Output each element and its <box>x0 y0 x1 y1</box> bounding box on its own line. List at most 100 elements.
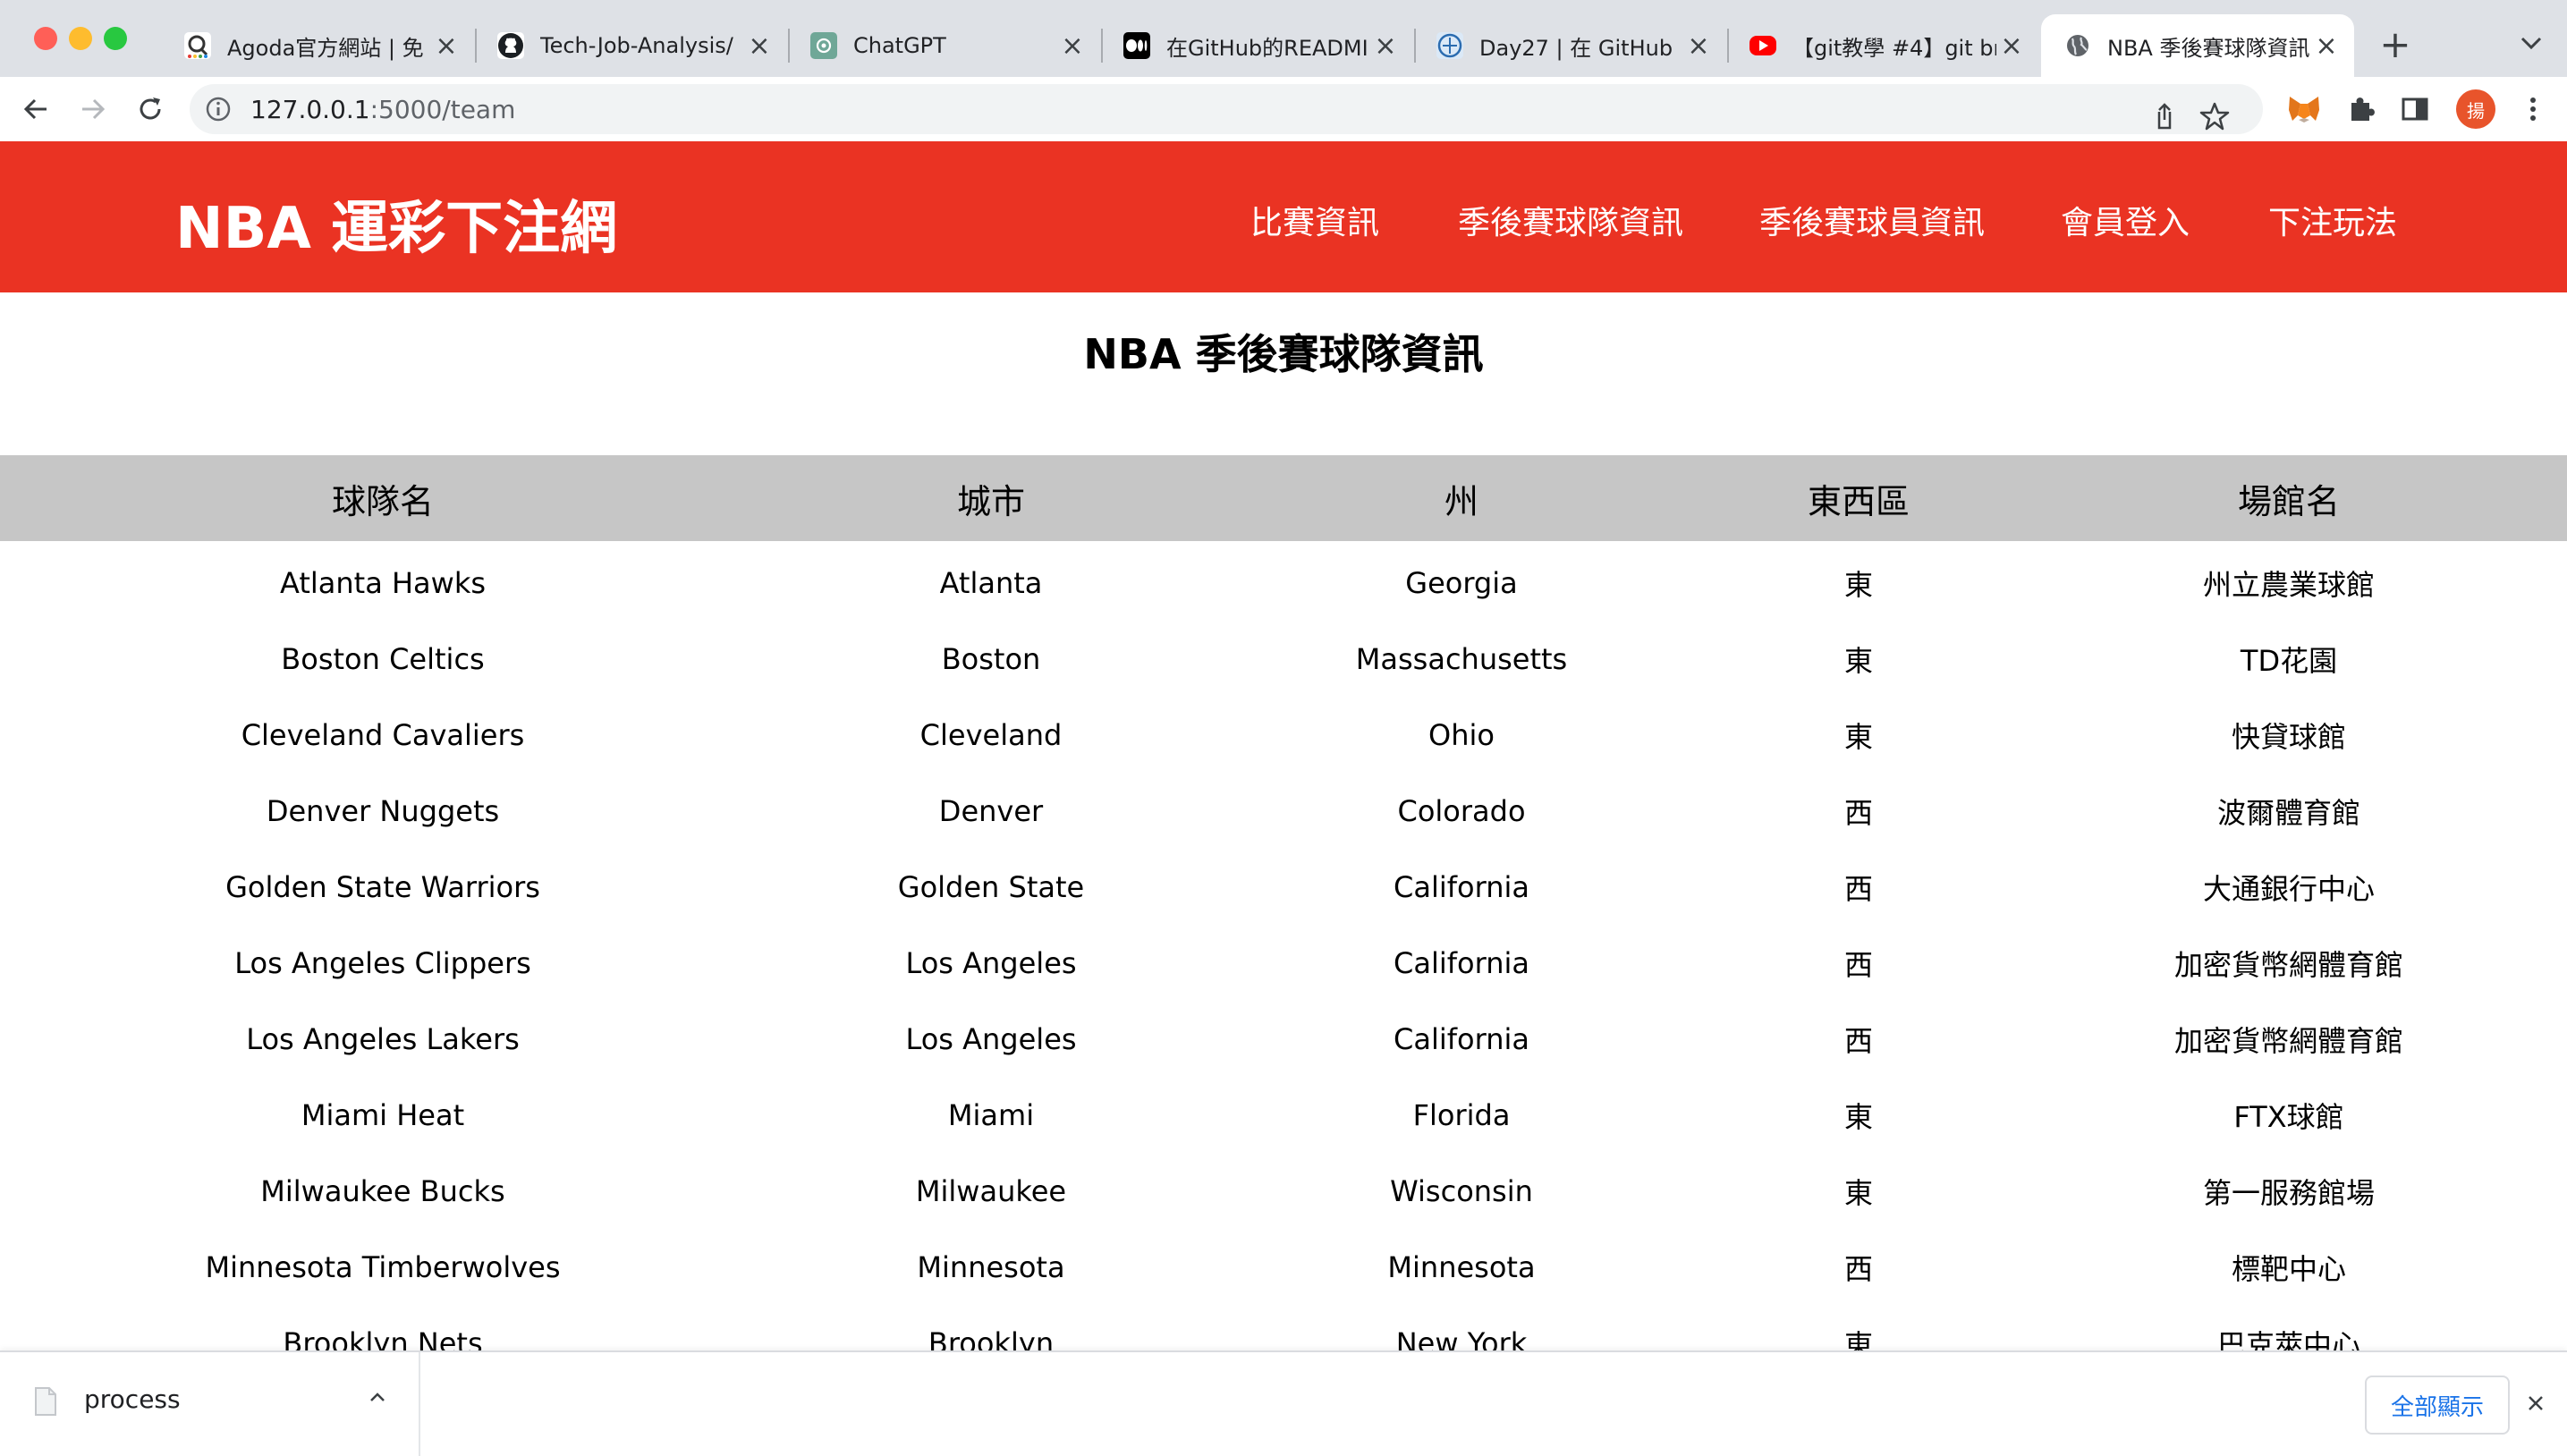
city-cell: Miami <box>947 1097 1035 1132</box>
tab-search-chevron-icon[interactable] <box>2513 30 2549 57</box>
city-cell: Minnesota <box>917 1249 1065 1284</box>
city-cell: Los Angeles <box>905 945 1077 980</box>
nav-link-member-login[interactable]: 會員登入 <box>2061 197 2190 243</box>
team-name-cell: Cleveland Cavaliers <box>241 717 525 752</box>
tab-close-icon[interactable]: × <box>2311 30 2342 62</box>
agoda-icon <box>184 32 211 59</box>
metamask-extension-icon[interactable] <box>2283 88 2326 131</box>
forward-button[interactable] <box>70 86 116 132</box>
conference-cell: 東 <box>1843 719 1873 754</box>
window-zoom-button[interactable] <box>104 27 127 50</box>
conference-cell: 東 <box>1843 1175 1873 1210</box>
share-icon[interactable] <box>2143 95 2186 138</box>
nav-link-games[interactable]: 比賽資訊 <box>1250 197 1379 243</box>
site-info-icon[interactable] <box>204 95 233 123</box>
site-header: NBA 運彩下注網 比賽資訊 季後賽球隊資訊 季後賽球員資訊 會員登入 下注玩法 <box>0 141 2567 292</box>
page-title: NBA 季後賽球隊資訊 <box>1083 330 1484 378</box>
tab-close-icon[interactable]: × <box>431 30 462 62</box>
arena-cell: 波爾體育館 <box>2216 795 2360 830</box>
side-panel-icon[interactable] <box>2393 88 2436 131</box>
medium-icon <box>1123 32 1150 59</box>
tab-close-icon[interactable]: × <box>1057 30 1088 62</box>
browser-tab-youtube[interactable]: 【git教學 #4】git br × <box>1726 14 2039 77</box>
site-brand[interactable]: NBA 運彩下注網 <box>175 182 617 265</box>
reload-button[interactable] <box>127 86 174 132</box>
address-bar[interactable]: 127.0.0.1:5000/team <box>190 84 2263 134</box>
table-row: Los Angeles Clippers Los Angeles Califor… <box>0 925 2567 1001</box>
arena-cell: TD花園 <box>2240 643 2338 678</box>
browser-tab-medium[interactable]: 在GitHub的READMI × <box>1100 14 1413 77</box>
table-row: Minnesota Timberwolves Minnesota Minneso… <box>0 1229 2567 1305</box>
nav-link-playoff-teams[interactable]: 季後賽球隊資訊 <box>1458 197 1683 243</box>
state-cell: California <box>1394 869 1529 904</box>
extensions-puzzle-icon[interactable] <box>2340 88 2383 131</box>
city-cell: Cleveland <box>919 717 1063 752</box>
tab-title: 【git教學 #4】git br <box>1792 35 1996 61</box>
arena-cell: 快貸球館 <box>2231 719 2346 754</box>
city-cell: Los Angeles <box>905 1021 1077 1056</box>
nav-link-betting-rules[interactable]: 下注玩法 <box>2268 197 2397 243</box>
profile-avatar[interactable]: 揚 <box>2456 89 2495 129</box>
state-cell: Georgia <box>1405 565 1518 600</box>
chevron-up-icon[interactable] <box>365 1384 390 1409</box>
city-cell: Golden State <box>897 869 1085 904</box>
close-icon[interactable] <box>2522 1390 2549 1417</box>
conference-cell: 東 <box>1843 1099 1873 1134</box>
conference-cell: 東 <box>1843 643 1873 678</box>
tab-title: Tech-Job-Analysis/ <box>540 33 733 58</box>
url-host: 127.0.0.1 <box>250 95 370 124</box>
table-row: Miami Heat Miami Florida 東 FTX球館 <box>0 1077 2567 1153</box>
arena-cell: 第一服務館場 <box>2202 1175 2375 1210</box>
table-row: Boston Celtics Boston Massachusetts 東 TD… <box>0 621 2567 697</box>
team-name-cell: Miami Heat <box>301 1097 465 1132</box>
browser-menu-icon[interactable] <box>2512 88 2554 131</box>
file-icon[interactable] <box>34 1386 57 1417</box>
table-row: Milwaukee Bucks Milwaukee Wisconsin 東 第一… <box>0 1153 2567 1229</box>
tab-close-icon[interactable]: × <box>1370 30 1401 62</box>
download-file-name[interactable]: process <box>84 1384 181 1414</box>
conference-cell: 西 <box>1843 1023 1873 1058</box>
tab-title: NBA 季後賽球隊資訊 <box>2107 35 2310 61</box>
tab-close-icon[interactable]: × <box>744 30 775 62</box>
show-all-downloads-button[interactable]: 全部顯示 <box>2365 1376 2510 1435</box>
browser-tab-ithome[interactable]: Day27 | 在 GitHub × <box>1413 14 1726 77</box>
team-name-cell: Minnesota Timberwolves <box>205 1249 561 1284</box>
arena-cell: 大通銀行中心 <box>2202 871 2375 906</box>
team-name-cell: Golden State Warriors <box>225 869 540 904</box>
chatgpt-icon <box>810 32 837 59</box>
conference-cell: 西 <box>1843 1251 1873 1286</box>
state-cell: Colorado <box>1397 793 1526 828</box>
column-header-city: 城市 <box>766 455 1216 541</box>
state-cell: Massachusetts <box>1355 641 1568 676</box>
city-cell: Milwaukee <box>915 1173 1067 1208</box>
nav-link-playoff-players[interactable]: 季後賽球員資訊 <box>1759 197 1985 243</box>
url-text[interactable]: 127.0.0.1:5000/team <box>250 95 515 124</box>
column-header-conference: 東西區 <box>1707 455 2011 541</box>
teams-table: 球隊名 城市 州 東西區 場館名 Atlanta Hawks Atlanta G… <box>0 455 2567 1381</box>
tab-close-icon[interactable]: × <box>1683 30 1714 62</box>
tab-title: 在GitHub的READMI <box>1166 35 1368 61</box>
arena-cell: FTX球館 <box>2233 1099 2344 1134</box>
team-name-cell: Denver Nuggets <box>266 793 500 828</box>
bookmark-star-icon[interactable] <box>2193 95 2236 138</box>
tab-close-icon[interactable]: × <box>1996 30 2027 62</box>
browser-tab-chatgpt[interactable]: ChatGPT × <box>787 14 1100 77</box>
download-bar: process 全部顯示 <box>0 1350 2567 1456</box>
window-minimize-button[interactable] <box>69 27 92 50</box>
state-cell: Florida <box>1412 1097 1511 1132</box>
github-icon <box>497 32 524 59</box>
browser-tab-github[interactable]: Tech-Job-Analysis/ × <box>474 14 787 77</box>
browser-toolbar: 127.0.0.1:5000/team <box>0 77 2567 142</box>
browser-tab-active[interactable]: NBA 季後賽球隊資訊 × <box>2041 14 2354 77</box>
arena-cell: 加密貨幣網體育館 <box>2173 1023 2403 1058</box>
globe-icon <box>2064 32 2091 59</box>
back-button[interactable] <box>13 86 59 132</box>
arena-cell: 標靶中心 <box>2231 1251 2346 1286</box>
arena-cell: 州立農業球館 <box>2202 567 2375 602</box>
window-close-button[interactable] <box>34 27 57 50</box>
new-tab-button[interactable]: + <box>2376 21 2415 68</box>
browser-tab-strip: Agoda官方網站 | 免 × Tech-Job-Analysis/ × Cha… <box>0 0 2567 77</box>
team-name-cell: Atlanta Hawks <box>279 565 487 600</box>
column-header-state: 州 <box>1216 455 1707 541</box>
browser-tab-agoda[interactable]: Agoda官方網站 | 免 × <box>161 14 474 77</box>
